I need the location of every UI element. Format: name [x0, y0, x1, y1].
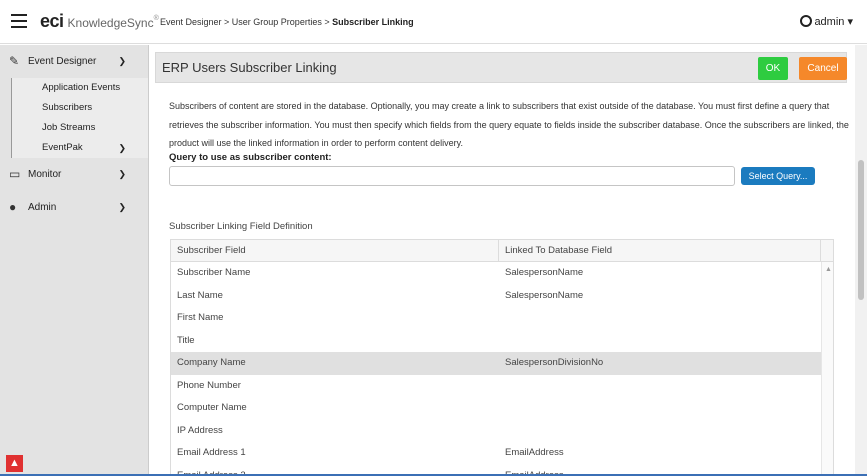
- breadcrumb: Event Designer > User Group Properties >…: [160, 17, 414, 27]
- cell-subscriber-field: Subscriber Name: [177, 267, 251, 278]
- cell-linked-field: SalespersonName: [505, 289, 584, 301]
- chevron-down-icon: ❯: [118, 202, 126, 212]
- chevron-down-icon: ❯: [118, 169, 126, 179]
- user-menu[interactable]: admin ▾: [800, 15, 853, 28]
- nav-event-designer[interactable]: ✎ Event Designer ❯: [0, 45, 148, 78]
- event-designer-submenu: Application Events Subscribers Job Strea…: [11, 78, 148, 158]
- user-name: admin: [814, 16, 845, 28]
- cell-subscriber-field: First Name: [177, 312, 224, 323]
- cell-subscriber-field: IP Address: [177, 424, 223, 436]
- table-row[interactable]: Computer Name: [171, 397, 833, 420]
- nav-monitor-label: Monitor: [28, 169, 62, 180]
- chevron-down-icon: ❯: [118, 56, 126, 66]
- cell-linked-field: EmailAddress: [505, 447, 564, 458]
- table-row-selected[interactable]: Company Name SalespersonDivisionNo: [171, 352, 833, 375]
- grid-scrollbar[interactable]: ▲: [821, 262, 833, 476]
- column-header-linked-field[interactable]: Linked To Database Field: [499, 240, 821, 262]
- grid-body: Subscriber Name SalespersonName Last Name…: [171, 262, 833, 476]
- nav-event-designer-label: Event Designer: [28, 56, 97, 67]
- table-row[interactable]: Subscriber Name SalespersonName: [171, 262, 833, 285]
- table-row[interactable]: IP Address: [171, 420, 833, 443]
- sidebar-item-eventpak[interactable]: EventPak ❯: [12, 138, 148, 158]
- query-label: Query to use as subscriber content:: [169, 152, 332, 163]
- person-icon: ●: [9, 200, 17, 214]
- page-title: ERP Users Subscriber Linking: [162, 60, 337, 75]
- sidebar-item-label: Job Streams: [42, 122, 96, 133]
- cell-subscriber-field: Email Address 1: [177, 447, 246, 458]
- nav-admin-label: Admin: [28, 202, 57, 213]
- caret-down-icon: ▾: [847, 16, 853, 28]
- cancel-button[interactable]: Cancel: [799, 57, 847, 80]
- query-input[interactable]: [169, 166, 735, 186]
- sidebar-item-label: Application Events: [42, 82, 121, 93]
- sidebar-item-label: Subscribers: [42, 102, 93, 113]
- table-row[interactable]: Email Address 1 EmailAddress: [171, 442, 833, 465]
- cell-subscriber-field: Last Name: [177, 289, 223, 301]
- grid-header: Subscriber Field Linked To Database Fiel…: [171, 240, 833, 262]
- title-bar: ERP Users Subscriber Linking OK Cancel: [155, 52, 847, 83]
- ok-button[interactable]: OK: [758, 57, 788, 80]
- cell-subscriber-field: Phone Number: [177, 379, 241, 391]
- main-content: ERP Users Subscriber Linking OK Cancel S…: [150, 45, 855, 476]
- scroll-up-arrow-icon[interactable]: ▲: [825, 266, 832, 273]
- column-header-subscriber-field[interactable]: Subscriber Field: [171, 240, 499, 262]
- app-logo[interactable]: eci KnowledgeSync®: [40, 11, 159, 32]
- sidebar-item-subscribers[interactable]: Subscribers: [12, 98, 148, 118]
- cell-linked-field: SalespersonName: [505, 267, 584, 278]
- select-query-button[interactable]: Select Query...: [741, 167, 815, 185]
- table-row[interactable]: First Name: [171, 307, 833, 330]
- sidebar-item-job-streams[interactable]: Job Streams: [12, 118, 148, 138]
- page-scrollbar-thumb[interactable]: [858, 160, 864, 300]
- table-row[interactable]: Title: [171, 330, 833, 353]
- app-window: eci KnowledgeSync® Event Designer > User …: [0, 0, 867, 476]
- edit-icon: ✎: [9, 54, 20, 68]
- top-header: eci KnowledgeSync® Event Designer > User …: [0, 0, 867, 44]
- cell-subscriber-field: Computer Name: [177, 402, 247, 413]
- hamburger-icon[interactable]: [11, 14, 27, 28]
- chevron-down-icon: ❯: [118, 143, 126, 153]
- table-row[interactable]: Last Name SalespersonName: [171, 285, 833, 308]
- section-title: Subscriber Linking Field Definition: [169, 221, 313, 232]
- nav-admin[interactable]: ● Admin ❯: [0, 191, 148, 224]
- breadcrumb-current: Subscriber Linking: [332, 17, 414, 27]
- sidebar: ✎ Event Designer ❯ Application Events Su…: [0, 45, 149, 476]
- logo-trademark: ®: [153, 15, 159, 22]
- cell-linked-field: SalespersonDivisionNo: [505, 357, 604, 368]
- nav-monitor[interactable]: ▭ Monitor ❯: [0, 158, 148, 191]
- page-scrollbar[interactable]: [855, 45, 867, 476]
- logo-knowledgesync: KnowledgeSync: [67, 16, 154, 30]
- monitor-icon: ▭: [9, 167, 21, 181]
- description-text: Subscribers of content are stored in the…: [169, 101, 849, 148]
- user-circle-icon: [800, 15, 813, 27]
- chevron-up-icon[interactable]: ▲: [6, 455, 23, 472]
- cell-subscriber-field: Title: [177, 334, 195, 346]
- cell-subscriber-field: Company Name: [177, 357, 246, 368]
- subscriber-field-grid: Subscriber Field Linked To Database Fiel…: [170, 239, 834, 476]
- table-row[interactable]: Phone Number: [171, 375, 833, 398]
- breadcrumb-path: Event Designer > User Group Properties >: [160, 17, 333, 27]
- logo-eci: eci: [40, 11, 64, 31]
- sidebar-item-application-events[interactable]: Application Events: [12, 78, 148, 98]
- sidebar-item-label: EventPak: [42, 142, 83, 153]
